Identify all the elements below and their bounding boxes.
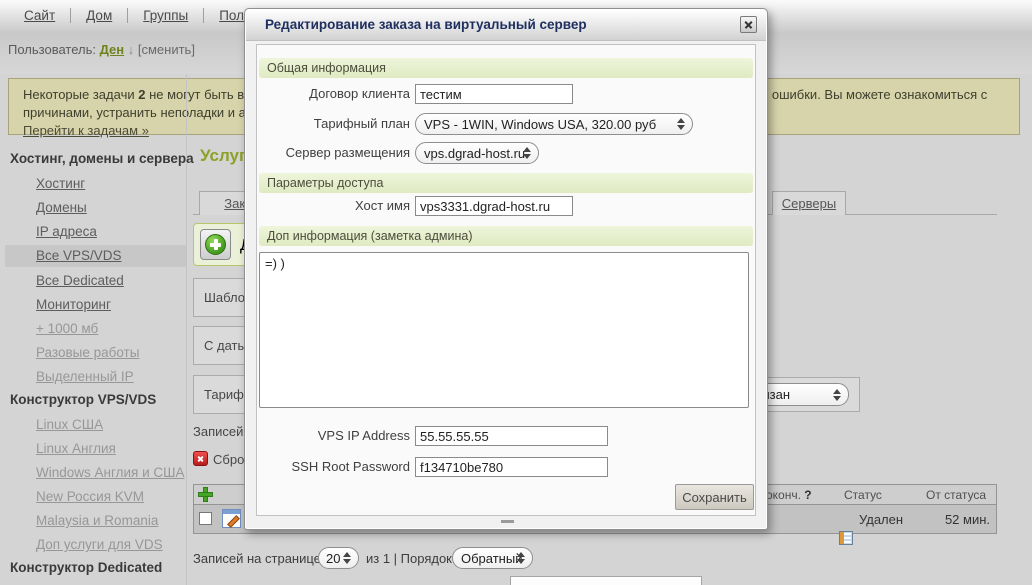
ssh-password-label: SSH Root Password [257, 457, 410, 477]
select-spinner-icon [516, 552, 525, 564]
user-label: Пользователь: [8, 42, 96, 57]
sidebar-item-vds-extra-services[interactable]: Доп услуги для VDS [36, 537, 163, 552]
dialog-resize-handle[interactable] [501, 520, 514, 523]
section-access-params: Параметры доступа [259, 173, 753, 193]
sidebar-item-new-russia-kvm[interactable]: New Россия KVM [36, 489, 144, 504]
nav-separator [203, 8, 204, 23]
row-status-text: Удален [859, 512, 903, 527]
select-spinner-icon [676, 118, 685, 130]
add-order-button[interactable] [200, 229, 231, 260]
reset-x-icon[interactable] [193, 451, 208, 466]
arrow-down-icon: ↓ [128, 42, 135, 57]
sidebar-item-hosting[interactable]: Хостинг [36, 176, 85, 191]
save-button[interactable]: Сохранить [675, 484, 754, 510]
sidebar-item-malaysia-romania[interactable]: Malaysia и Romania [36, 513, 158, 528]
nav-item-site[interactable]: Сайт [24, 8, 55, 23]
select-spinner-icon [522, 147, 531, 159]
contract-input[interactable] [415, 84, 573, 104]
help-question-icon[interactable]: ? [804, 488, 811, 502]
server-label: Сервер размещения [257, 143, 410, 163]
warning-task-count: 2 [138, 87, 145, 102]
section-general-info: Общая информация [259, 58, 753, 78]
sidebar-section-dedicated-constructor-title: Конструктор Dedicated [10, 560, 162, 575]
plan-label: Тарифный план [257, 114, 410, 134]
plan-select[interactable]: VPS - 1WIN, Windows USA, 320.00 руб [415, 113, 693, 135]
nav-separator [70, 8, 71, 23]
close-icon[interactable] [740, 16, 757, 33]
column-end-date: оконч. ? [766, 488, 812, 502]
sidebar-item-1000mb[interactable]: + 1000 мб [36, 321, 98, 336]
sidebar-item-ip-addresses[interactable]: IP адреса [36, 224, 97, 239]
add-cross-icon[interactable] [198, 487, 213, 502]
dialog-title: Редактирование заказа на виртуальный сер… [265, 17, 587, 32]
page-of-label: из 1 | Порядок: [366, 551, 455, 566]
sidebar-item-windows-england-usa[interactable]: Windows Англия и США [36, 465, 185, 480]
sidebar-section-hosting-title: Хостинг, домены и сервера [10, 151, 194, 166]
sidebar-item-linux-usa[interactable]: Linux США [36, 417, 103, 432]
dialog-titlebar[interactable]: Редактирование заказа на виртуальный сер… [246, 10, 766, 41]
admin-note-textarea[interactable]: =) ) [259, 252, 749, 408]
status-deleted-icon [839, 531, 853, 545]
column-from-status: От статуса [926, 488, 986, 502]
sidebar-item-monitoring[interactable]: Мониторинг [36, 297, 111, 312]
vps-ip-label: VPS IP Address [257, 426, 410, 446]
tab-servers[interactable]: Серверы [772, 191, 846, 215]
column-status: Статус [844, 488, 882, 502]
bottom-popup-edge [510, 576, 702, 585]
nav-separator [127, 8, 128, 23]
nav-item-home[interactable]: Дом [86, 8, 112, 23]
vps-ip-input[interactable] [415, 426, 608, 446]
sidebar-section-vps-constructor-title: Конструктор VPS/VDS [10, 392, 156, 407]
sidebar-item-all-vps[interactable]: Все VPS/VDS [36, 248, 122, 263]
sidebar-item-one-time-works[interactable]: Разовые работы [36, 345, 139, 360]
sidebar-item-dedicated-ip[interactable]: Выделенный IP [36, 369, 134, 384]
user-bar: Пользователь: Ден ↓ [сменить] [8, 42, 195, 57]
hostname-label: Хост имя [257, 196, 410, 216]
select-spinner-icon [832, 389, 841, 401]
edit-order-dialog: Редактирование заказа на виртуальный сер… [244, 8, 768, 530]
sidebar-item-linux-england[interactable]: Linux Англия [36, 441, 116, 456]
ssh-password-input[interactable] [415, 457, 608, 477]
per-page-select[interactable]: 20 [318, 547, 359, 569]
section-admin-note: Доп информация (заметка админа) [259, 226, 753, 246]
per-page-label: Записей на странице: [193, 551, 325, 566]
username-link[interactable]: Ден [100, 42, 125, 57]
order-select[interactable]: Обратный [452, 547, 533, 569]
sidebar-item-all-dedicated[interactable]: Все Dedicated [36, 273, 124, 288]
edit-icon[interactable] [222, 509, 241, 528]
contract-label: Договор клиента [257, 84, 410, 104]
warning-line1-right: и ошибки. Вы можете ознакомиться с [761, 86, 987, 104]
go-to-tasks-link[interactable]: Перейти к задачам » [23, 123, 149, 138]
dialog-body: Общая информация Договор клиента Тарифны… [256, 44, 756, 516]
app-window: Сайт Дом Группы Пользователи Пользовател… [0, 0, 1032, 585]
records-count-label: Записей [193, 424, 243, 439]
row-checkbox[interactable] [199, 512, 212, 525]
change-user-link[interactable]: [сменить] [138, 42, 195, 57]
server-select[interactable]: vps.dgrad-host.ru [415, 142, 539, 164]
nav-item-groups[interactable]: Группы [143, 8, 188, 23]
hostname-input[interactable] [415, 196, 573, 216]
plus-circle-icon [205, 234, 226, 255]
select-spinner-icon [342, 552, 351, 564]
sidebar-item-domains[interactable]: Домены [36, 200, 87, 215]
row-from-status-text: 52 мин. [924, 512, 990, 527]
